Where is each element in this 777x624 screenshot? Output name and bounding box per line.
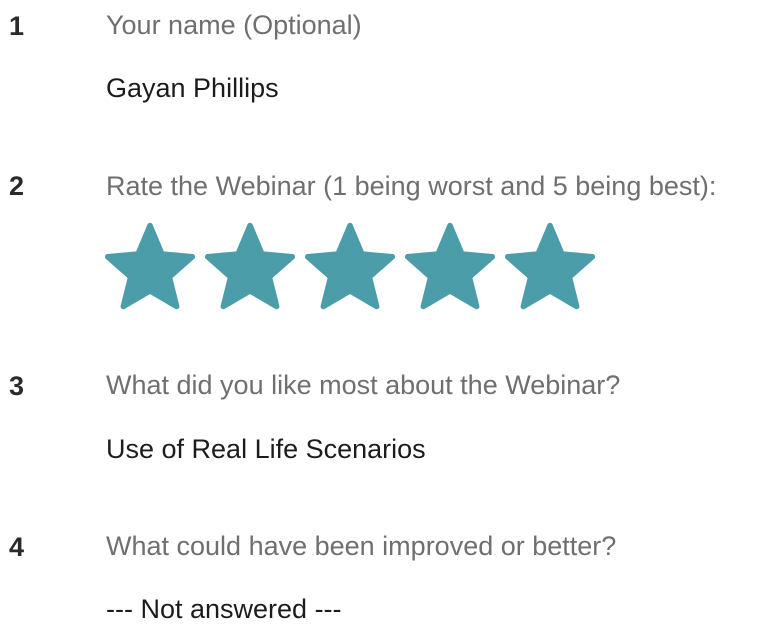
answer-text: Gayan Phillips	[106, 73, 279, 103]
question-text: What could have been improved or better?	[106, 531, 617, 561]
question-number: 4	[9, 532, 25, 562]
question-number: 1	[9, 11, 25, 41]
question-text: What did you like most about the Webinar…	[106, 370, 621, 400]
question-number: 3	[9, 371, 25, 401]
star-icon	[404, 221, 496, 311]
star-icon	[104, 221, 196, 311]
star-rating	[104, 221, 596, 311]
star-icon	[304, 221, 396, 311]
question-number: 2	[9, 171, 25, 201]
star-icon	[504, 221, 596, 311]
answer-text: Use of Real Life Scenarios	[106, 434, 426, 464]
question-text: Rate the Webinar (1 being worst and 5 be…	[106, 171, 717, 201]
answer-text: --- Not answered ---	[106, 594, 342, 624]
question-text: Your name (Optional)	[106, 10, 362, 40]
star-icon	[204, 221, 296, 311]
